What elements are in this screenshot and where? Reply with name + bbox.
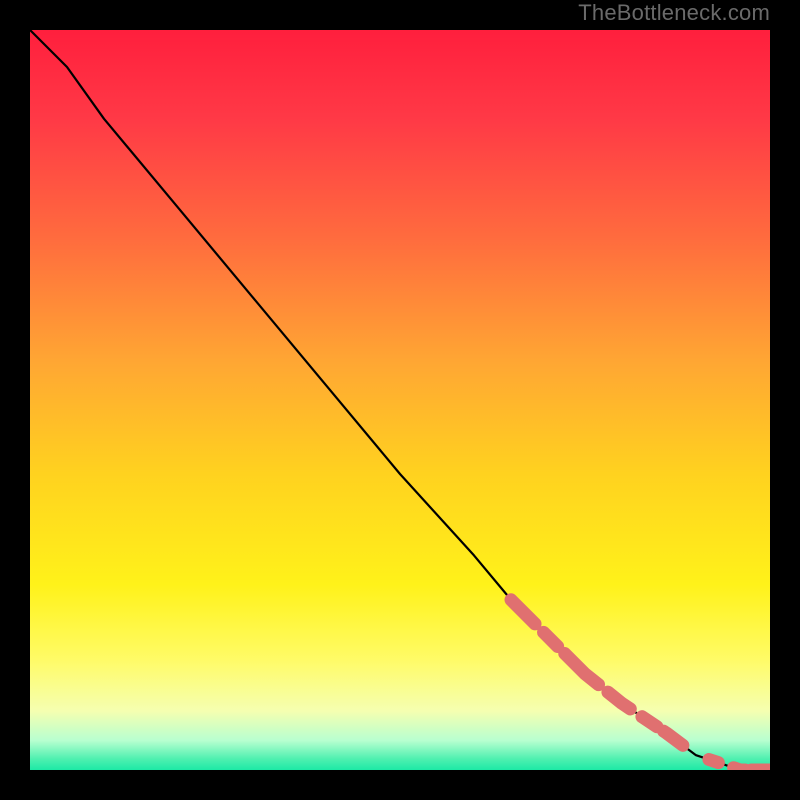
series-highlight — [511, 600, 770, 770]
watermark-label: TheBottleneck.com — [578, 0, 770, 26]
chart-overlay — [30, 30, 770, 770]
series-curve — [30, 30, 770, 770]
chart-frame: TheBottleneck.com — [0, 0, 800, 800]
plot-area — [30, 30, 770, 770]
